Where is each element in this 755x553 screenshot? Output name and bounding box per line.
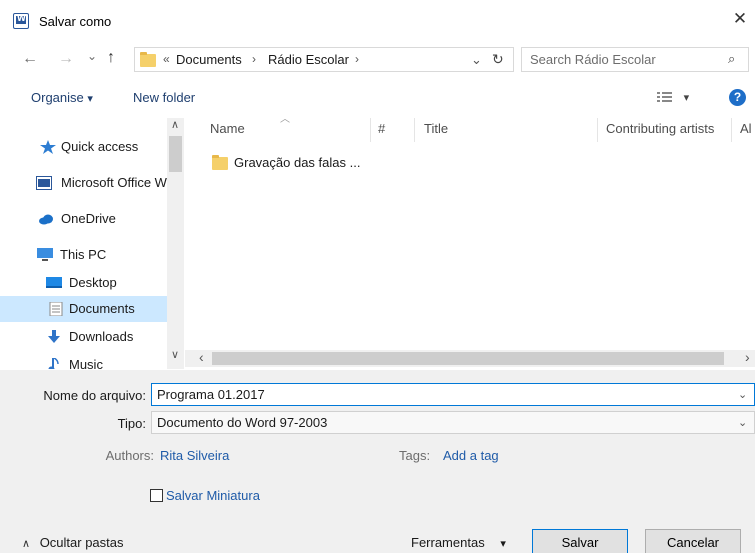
column-divider <box>370 118 371 142</box>
search-icon: ⌕ <box>728 51 736 66</box>
sort-ascending-icon: ︿ <box>280 114 290 125</box>
title-bar <box>0 0 755 44</box>
view-options-button[interactable]: ▾ <box>656 90 689 107</box>
filename-dropdown-icon[interactable]: ⌄ <box>738 388 747 401</box>
close-button[interactable]: ✕ <box>730 9 750 29</box>
breadcrumb-documents[interactable]: Documents <box>176 52 242 67</box>
computer-icon <box>37 248 53 261</box>
address-dropdown[interactable]: ⌄ <box>471 52 482 68</box>
column-header-number[interactable]: # <box>378 121 385 136</box>
breadcrumb-separator[interactable]: › <box>252 52 256 66</box>
scroll-up-arrow[interactable]: ∧ <box>171 118 179 131</box>
file-type-dropdown-icon[interactable]: ⌄ <box>738 416 747 429</box>
content-scrollbar-thumb[interactable] <box>212 352 724 365</box>
new-folder-button[interactable]: New folder <box>133 90 195 105</box>
breadcrumb-separator[interactable]: › <box>355 52 359 66</box>
sidebar-item-quick-access[interactable]: Quick access <box>0 134 167 160</box>
breadcrumb-radio-escolar[interactable]: Rádio Escolar <box>268 52 349 67</box>
filename-label: Nome do arquivo: <box>43 388 146 403</box>
music-icon <box>48 358 59 369</box>
save-thumbnail-checkbox[interactable] <box>150 489 163 502</box>
column-header-title[interactable]: Title <box>424 121 448 136</box>
column-header-album[interactable]: Al <box>740 121 752 136</box>
up-button[interactable]: ↑ <box>107 49 115 67</box>
column-divider <box>597 118 598 142</box>
filename-input[interactable]: Programa 01.2017 ⌄ <box>151 383 755 406</box>
back-button[interactable]: ← <box>22 50 38 68</box>
column-header-name[interactable]: Name <box>210 121 245 136</box>
help-icon[interactable]: ? <box>729 89 746 106</box>
view-details-icon <box>657 92 672 102</box>
chevron-up-icon: ∧ <box>22 538 31 550</box>
forward-button[interactable]: → <box>58 50 74 68</box>
save-button[interactable]: Salvar <box>532 529 628 553</box>
view-arrow-icon: ▾ <box>683 92 690 104</box>
sidebar-item-music[interactable]: Music <box>0 352 167 369</box>
sidebar-item-this-pc[interactable]: This PC <box>0 242 167 268</box>
authors-label: Authors: <box>105 448 154 463</box>
tags-field[interactable]: Add a tag <box>443 448 499 463</box>
refresh-icon[interactable]: ↻ <box>492 51 504 68</box>
recent-locations-button[interactable]: ⌄ <box>87 49 97 63</box>
folder-icon <box>212 155 228 170</box>
navigation-scrollbar-thumb[interactable] <box>169 136 182 172</box>
word-icon <box>36 176 52 190</box>
navigation-pane: Quick access Microsoft Office W OneDrive… <box>0 118 167 369</box>
column-divider <box>731 118 732 142</box>
star-icon <box>40 140 56 154</box>
scroll-right-arrow[interactable]: › <box>745 349 750 365</box>
column-header-contributing-artists[interactable]: Contributing artists <box>606 121 714 136</box>
organise-arrow-icon: ▾ <box>87 93 93 105</box>
scroll-down-arrow[interactable]: ∨ <box>171 348 179 361</box>
sidebar-item-microsoft-office[interactable]: Microsoft Office W <box>0 170 167 196</box>
address-bar[interactable]: « Documents › Rádio Escolar › ⌄ ↻ <box>134 47 514 72</box>
sidebar-item-desktop[interactable]: Desktop <box>0 270 167 296</box>
sidebar-item-downloads[interactable]: Downloads <box>0 324 167 350</box>
file-type-select[interactable]: Documento do Word 97-2003 ⌄ <box>151 411 755 434</box>
hide-folders-button[interactable]: ∧ Ocultar pastas <box>22 535 124 550</box>
documents-icon <box>49 302 63 316</box>
sidebar-item-onedrive[interactable]: OneDrive <box>0 206 167 232</box>
word-app-icon <box>13 13 29 29</box>
cancel-button[interactable]: Cancelar <box>645 529 741 553</box>
search-input[interactable]: Search Rádio Escolar <box>530 52 656 67</box>
desktop-icon <box>46 277 62 288</box>
window-title: Salvar como <box>39 14 112 29</box>
sidebar-item-documents[interactable]: Documents <box>0 296 167 322</box>
tools-arrow-icon: ▾ <box>500 538 506 550</box>
breadcrumb-overflow[interactable]: « <box>163 52 170 66</box>
tags-label: Tags: <box>399 448 431 463</box>
download-icon <box>48 330 60 343</box>
organise-button[interactable]: Organise ▾ <box>31 90 93 105</box>
cloud-icon <box>39 214 53 225</box>
save-thumbnail-label[interactable]: Salvar Miniatura <box>166 488 260 503</box>
tools-button[interactable]: Ferramentas ▾ <box>411 535 506 550</box>
folder-icon <box>140 52 156 67</box>
scroll-left-arrow[interactable]: ‹ <box>199 349 204 365</box>
authors-field[interactable]: Rita Silveira <box>160 448 229 463</box>
search-box[interactable]: Search Rádio Escolar ⌕ <box>521 47 749 72</box>
type-label: Tipo: <box>117 416 146 431</box>
column-divider <box>414 118 415 142</box>
